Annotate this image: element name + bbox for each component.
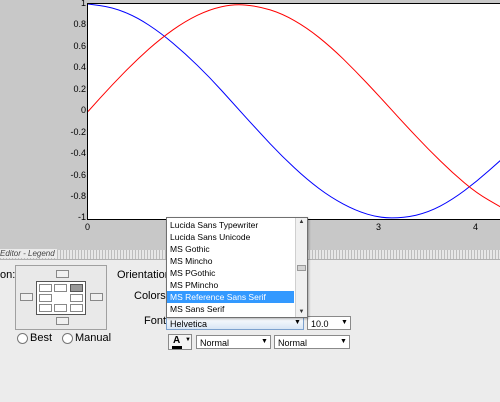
location-cell-east-outside[interactable] (90, 293, 103, 301)
radio-manual[interactable] (62, 333, 73, 344)
font-weight-select[interactable]: Normal ▼ (196, 335, 271, 349)
font-option[interactable]: Lucida Sans Typewriter (167, 219, 294, 231)
chevron-down-icon: ▼ (294, 319, 301, 326)
series-line-red (88, 4, 500, 208)
location-cell-southwest[interactable] (39, 304, 52, 312)
y-tick-label: 0.6 (73, 41, 86, 51)
plot-canvas (88, 4, 500, 219)
location-cell-southeast[interactable] (70, 304, 83, 312)
y-tick-label: -0.6 (70, 170, 86, 180)
figure-window: 1 0.8 0.6 0.4 0.2 0 -0.2 -0.4 -0.6 -0.8 … (0, 0, 500, 250)
font-name-select[interactable]: Helvetica ▼ (166, 316, 304, 330)
font-dropdown-list[interactable]: Lucida Sans Typewriter Lucida Sans Unico… (166, 217, 308, 318)
font-name-value: Helvetica (170, 319, 208, 329)
location-cell-west[interactable] (39, 294, 52, 302)
y-tick-label: 0.2 (73, 84, 86, 94)
y-tick-label: -1 (77, 212, 86, 222)
radio-best[interactable] (17, 333, 28, 344)
location-cell-south-outside[interactable] (56, 317, 69, 325)
scroll-thumb[interactable] (297, 265, 306, 271)
x-tick-label: 3 (376, 222, 382, 232)
y-tick-label: -0.2 (70, 127, 86, 137)
location-cell-northeast[interactable] (70, 284, 83, 292)
chevron-down-icon: ▼ (341, 319, 348, 326)
y-tick-label: 0.8 (73, 19, 86, 29)
y-tick-label: -0.4 (70, 148, 86, 158)
location-cell-north[interactable] (54, 284, 67, 292)
location-cell-west-outside[interactable] (20, 293, 33, 301)
plot-axes (87, 3, 500, 220)
font-option[interactable]: MS Gothic (167, 243, 294, 255)
text-color-button[interactable]: A ▼ (168, 334, 192, 350)
y-tick-label: 0.4 (73, 62, 86, 72)
chevron-down-icon: ▼ (340, 338, 347, 345)
font-weight-value: Normal (200, 338, 230, 348)
scroll-down-icon[interactable]: ▼ (296, 308, 307, 317)
location-axes-box (36, 281, 86, 315)
location-cell-northwest[interactable] (39, 284, 52, 292)
font-option[interactable]: MS Sans Serif (167, 303, 294, 315)
y-tick-label: 1 (80, 0, 86, 8)
radio-best-label: Best (30, 332, 53, 344)
chevron-down-icon: ▼ (185, 337, 191, 343)
series-line-blue (88, 4, 500, 219)
panel-title: Editor - Legend (0, 249, 57, 258)
location-cell-north-outside[interactable] (56, 270, 69, 278)
font-angle-select[interactable]: Normal ▼ (274, 335, 350, 349)
font-option[interactable]: MS PGothic (167, 267, 294, 279)
y-tick-label: 0 (80, 105, 86, 115)
colors-label: Colors: (134, 290, 169, 302)
location-cell-south[interactable] (54, 304, 67, 312)
font-option[interactable]: Lucida Sans Unicode (167, 231, 294, 243)
x-tick-label: 0 (85, 222, 91, 232)
font-list-scrollbar[interactable]: ▲ ▼ (295, 218, 307, 317)
font-size-select[interactable]: 10.0 ▼ (307, 316, 351, 330)
y-tick-label: -0.8 (70, 191, 86, 201)
font-option[interactable]: MS PMincho (167, 279, 294, 291)
font-size-value: 10.0 (311, 319, 329, 329)
location-label: on: (0, 269, 16, 281)
font-option[interactable]: MS Mincho (167, 255, 294, 267)
scroll-up-icon[interactable]: ▲ (296, 218, 307, 227)
text-color-swatch (172, 346, 182, 349)
font-angle-value: Normal (278, 338, 308, 348)
legend-location-picker (15, 265, 107, 330)
x-tick-label: 4 (473, 222, 479, 232)
chevron-down-icon: ▼ (261, 338, 268, 345)
text-color-icon: A (173, 335, 181, 346)
font-option-selected[interactable]: MS Reference Sans Serif (167, 291, 294, 303)
radio-manual-label: Manual (75, 332, 112, 344)
location-cell-east[interactable] (70, 294, 83, 302)
